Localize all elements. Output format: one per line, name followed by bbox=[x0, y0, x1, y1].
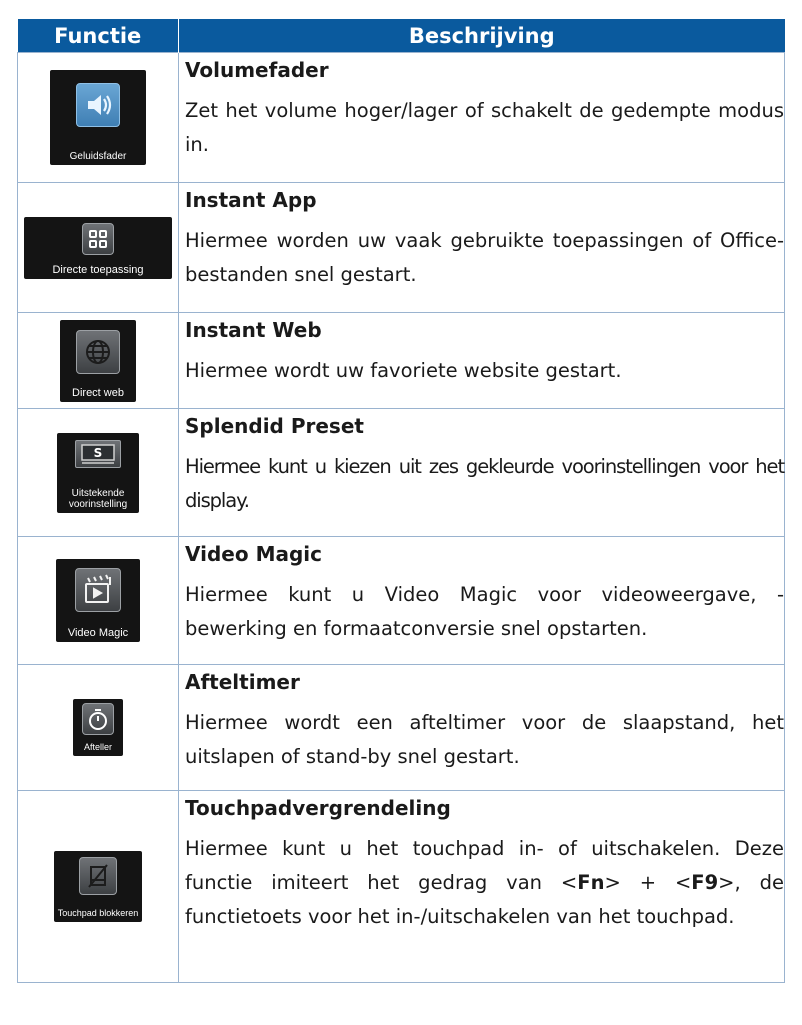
tile-caption: Uitstekende voorinstelling bbox=[68, 487, 128, 510]
tile-caption: Directe toepassing bbox=[52, 263, 144, 276]
table-header-row: Functie Beschrijving bbox=[17, 19, 785, 53]
description-cell: Volumefader Zet het volume hoger/lager o… bbox=[178, 52, 785, 183]
speaker-icon bbox=[76, 83, 120, 127]
function-description: Hiermee wordt een afteltimer voor de sla… bbox=[185, 711, 784, 768]
splendid-preset-tile: S Uitstekende voorinstelling bbox=[57, 432, 139, 513]
table-row: Afteller Afteltimer Hiermee wordt een af… bbox=[17, 664, 785, 791]
column-header-functie: Functie bbox=[17, 19, 179, 53]
touchpad-lock-tile: Touchpad blokkeren bbox=[54, 851, 142, 922]
column-header-beschrijving: Beschrijving bbox=[178, 19, 785, 53]
tile-caption: Direct web bbox=[72, 386, 124, 399]
key-fn: Fn bbox=[577, 871, 605, 894]
tile-caption: Video Magic bbox=[67, 627, 129, 639]
key-f9: F9 bbox=[691, 871, 719, 894]
tile-caption: Geluidsfader bbox=[69, 151, 127, 162]
volume-fader-tile: Geluidsfader bbox=[50, 70, 146, 165]
icon-cell: Geluidsfader bbox=[17, 52, 179, 183]
icon-cell: Direct web bbox=[17, 312, 179, 409]
icon-cell: Directe toepassing bbox=[17, 182, 179, 313]
table-row: Geluidsfader Volumefader Zet het volume … bbox=[17, 52, 785, 183]
svg-text:S: S bbox=[94, 446, 103, 460]
function-title: Instant Web bbox=[185, 318, 322, 342]
function-description: Zet het volume hoger/lager of schakelt d… bbox=[185, 99, 784, 156]
table-row: Video Magic Video Magic Hiermee kunt u V… bbox=[17, 536, 785, 665]
instant-app-tile: Directe toepassing bbox=[24, 216, 172, 279]
function-title: Touchpadvergrendeling bbox=[185, 796, 451, 820]
globe-icon bbox=[76, 329, 120, 374]
function-description: Hiermee kunt u kiezen uit zes gekleurde … bbox=[185, 455, 785, 512]
app-grid-icon bbox=[82, 222, 114, 255]
splendid-icon: S bbox=[75, 439, 121, 468]
function-description: Hiermee worden uw vaak gebruikte toepass… bbox=[185, 229, 784, 286]
icon-cell: Touchpad blokkeren bbox=[17, 790, 179, 983]
table-row: Directe toepassing Instant App Hiermee w… bbox=[17, 182, 785, 313]
function-title: Video Magic bbox=[185, 542, 322, 566]
description-cell: Touchpadvergrendeling Hiermee kunt u het… bbox=[178, 790, 785, 983]
video-clapper-icon bbox=[75, 568, 121, 612]
stopwatch-icon bbox=[82, 703, 114, 735]
function-title: Instant App bbox=[185, 188, 317, 212]
video-magic-tile: Video Magic bbox=[56, 559, 140, 642]
description-cell: Instant App Hiermee worden uw vaak gebru… bbox=[178, 182, 785, 313]
tile-caption: Touchpad blokkeren bbox=[57, 908, 139, 918]
icon-cell: S Uitstekende voorinstelling bbox=[17, 408, 179, 537]
tile-caption: Afteller bbox=[83, 742, 112, 752]
table-row: Direct web Instant Web Hiermee wordt uw … bbox=[17, 312, 785, 409]
description-cell: Splendid Preset Hiermee kunt u kiezen ui… bbox=[178, 408, 785, 537]
table-row: S Uitstekende voorinstelling Splendid Pr… bbox=[17, 408, 785, 537]
function-title: Splendid Preset bbox=[185, 414, 364, 438]
function-description: Hiermee wordt uw favoriete website gesta… bbox=[185, 359, 622, 382]
description-cell: Afteltimer Hiermee wordt een afteltimer … bbox=[178, 664, 785, 791]
description-cell: Instant Web Hiermee wordt uw favoriete w… bbox=[178, 312, 785, 409]
touchpad-lock-icon bbox=[79, 857, 117, 895]
icon-cell: Video Magic bbox=[17, 536, 179, 665]
table-row: Touchpad blokkeren Touchpadvergrendeling… bbox=[17, 790, 785, 983]
icon-cell: Afteller bbox=[17, 664, 179, 791]
function-table: Functie Beschrijving Geluidsfader Volume… bbox=[17, 19, 785, 983]
instant-web-tile: Direct web bbox=[60, 319, 136, 402]
description-text: > + < bbox=[604, 871, 692, 894]
function-description: Hiermee kunt u het touchpad in- of uitsc… bbox=[185, 832, 784, 934]
function-title: Afteltimer bbox=[185, 670, 300, 694]
countdown-timer-tile: Afteller bbox=[73, 699, 123, 756]
function-description: Hiermee kunt u Video Magic voor videowee… bbox=[185, 583, 784, 640]
description-cell: Video Magic Hiermee kunt u Video Magic v… bbox=[178, 536, 785, 665]
function-title: Volumefader bbox=[185, 58, 329, 82]
